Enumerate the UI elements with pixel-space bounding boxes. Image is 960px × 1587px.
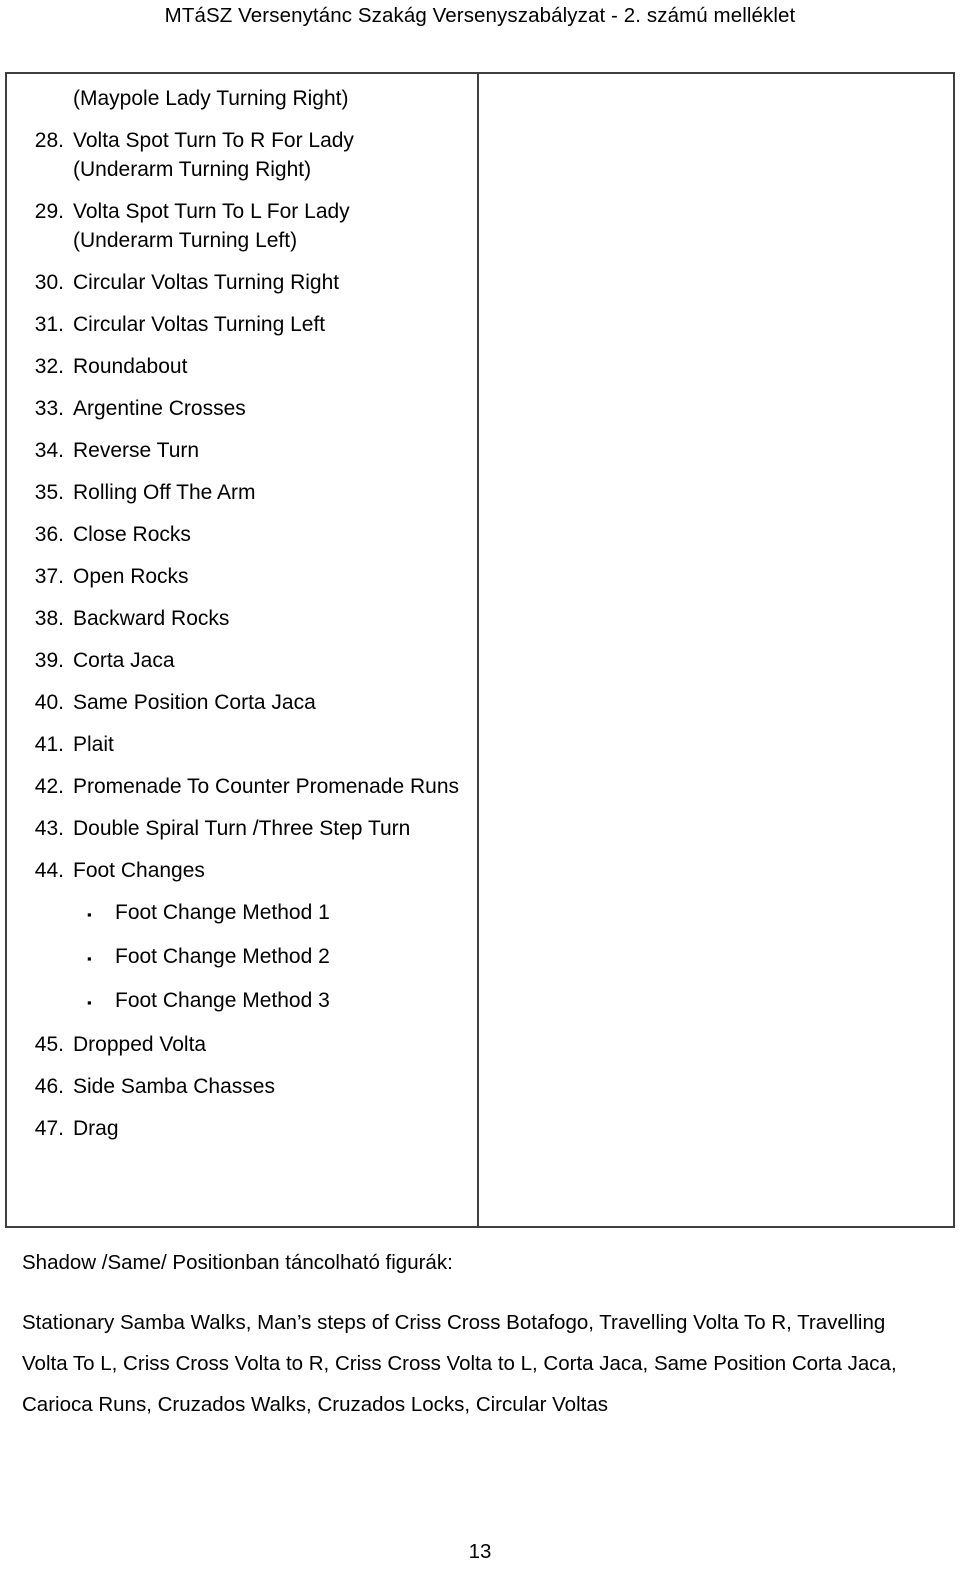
list-item-number: 40. bbox=[34, 691, 64, 714]
list-item-number: 39. bbox=[34, 649, 64, 672]
list-item-number: 29. bbox=[34, 200, 64, 223]
list-item-label: Close Rocks bbox=[73, 523, 191, 546]
list-item-number: 47. bbox=[34, 1117, 64, 1140]
list-item-number: 30. bbox=[34, 271, 64, 294]
list-item-number: 28. bbox=[34, 129, 64, 152]
square-bullet-icon: ▪ bbox=[87, 995, 92, 1010]
shadow-position-heading: Shadow /Same/ Positionban táncolható fig… bbox=[22, 1251, 453, 1274]
list-item: 35. Rolling Off The Arm bbox=[7, 478, 477, 507]
list-item: 46. Side Samba Chasses bbox=[7, 1072, 477, 1101]
list-item-label: Promenade To Counter Promenade Runs bbox=[73, 775, 460, 798]
list-item-number: 37. bbox=[34, 565, 64, 588]
list-item: 44. Foot Changes bbox=[7, 856, 477, 885]
list-item: 34. Reverse Turn bbox=[7, 436, 477, 465]
list-item-label: Argentine Crosses bbox=[73, 397, 246, 420]
list-item-label: Roundabout bbox=[73, 355, 188, 378]
list-item-label: Volta Spot Turn To L For Lady (Underarm T… bbox=[73, 200, 350, 252]
square-bullet-icon: ▪ bbox=[87, 907, 92, 922]
sub-list-item: ▪ Foot Change Method 2 bbox=[7, 942, 477, 973]
list-item-label: Circular Voltas Turning Left bbox=[73, 313, 326, 336]
list-item: 42. Promenade To Counter Promenade Runs bbox=[7, 772, 477, 801]
square-bullet-icon: ▪ bbox=[87, 951, 92, 966]
list-item-number: 42. bbox=[34, 775, 64, 798]
sub-list-item-label: Foot Change Method 3 bbox=[115, 989, 330, 1012]
sub-list-item: ▪ Foot Change Method 1 bbox=[7, 898, 477, 929]
list-item: 29. Volta Spot Turn To L For Lady (Undera… bbox=[7, 197, 477, 255]
shadow-position-figure-list: Stationary Samba Walks, Man’s steps of C… bbox=[22, 1311, 897, 1416]
list-item-number: 34. bbox=[34, 439, 64, 462]
list-item-label: Volta Spot Turn To R For Lady (Underarm T… bbox=[73, 129, 354, 181]
list-item-label: Corta Jaca bbox=[73, 649, 175, 672]
list-item-number: 31. bbox=[34, 313, 64, 336]
figure-table-left-column: (Maypole Lady Turning Right) 28. Volta S… bbox=[7, 74, 479, 1226]
list-item: 28. Volta Spot Turn To R For Lady (Undera… bbox=[7, 126, 477, 184]
list-item: 37. Open Rocks bbox=[7, 562, 477, 591]
sub-list-item-label: Foot Change Method 2 bbox=[115, 945, 330, 968]
page-header-title: MTáSZ Versenytánc Szakág Versenyszabályz… bbox=[164, 4, 796, 27]
list-item-label: Double Spiral Turn /Three Step Turn bbox=[73, 817, 411, 840]
list-item-number: 36. bbox=[34, 523, 64, 546]
sub-list-item: ▪ Foot Change Method 3 bbox=[7, 986, 477, 1017]
list-item-label: Drag bbox=[73, 1117, 119, 1140]
figure-table: (Maypole Lady Turning Right) 28. Volta S… bbox=[5, 72, 955, 1228]
list-item-number: 35. bbox=[34, 481, 64, 504]
list-item: 43. Double Spiral Turn /Three Step Turn bbox=[7, 814, 477, 843]
list-item-label: (Maypole Lady Turning Right) bbox=[73, 87, 349, 110]
list-item: 39. Corta Jaca bbox=[7, 646, 477, 675]
list-item: 31. Circular Voltas Turning Left bbox=[7, 310, 477, 339]
list-item-number: 46. bbox=[34, 1075, 64, 1098]
list-item-label: Circular Voltas Turning Right bbox=[73, 271, 340, 294]
list-item-label: Plait bbox=[73, 733, 114, 756]
page-number: 13 bbox=[468, 1540, 492, 1563]
figure-numbered-list-continued: 45. Dropped Volta 46. Side Samba Chasses… bbox=[7, 1030, 477, 1143]
list-item: 47. Drag bbox=[7, 1114, 477, 1143]
list-item: 36. Close Rocks bbox=[7, 520, 477, 549]
list-item-number: 44. bbox=[34, 859, 64, 882]
list-item-number: 43. bbox=[34, 817, 64, 840]
list-item-number: 32. bbox=[34, 355, 64, 378]
list-item: 41. Plait bbox=[7, 730, 477, 759]
sub-list-item-label: Foot Change Method 1 bbox=[115, 901, 330, 924]
list-item: 30. Circular Voltas Turning Right bbox=[7, 268, 477, 297]
list-item: 45. Dropped Volta bbox=[7, 1030, 477, 1059]
list-item-label: Reverse Turn bbox=[73, 439, 200, 462]
foot-change-sub-list: ▪ Foot Change Method 1 ▪ Foot Change Met… bbox=[7, 898, 477, 1017]
list-item-label: Foot Changes bbox=[73, 859, 205, 882]
figure-table-right-column bbox=[479, 74, 953, 1226]
list-item: 38. Backward Rocks bbox=[7, 604, 477, 633]
list-item-number: 33. bbox=[34, 397, 64, 420]
list-item-leading: (Maypole Lady Turning Right) bbox=[7, 84, 477, 113]
list-item-label: Rolling Off The Arm bbox=[73, 481, 256, 504]
list-item-label: Side Samba Chasses bbox=[73, 1075, 275, 1098]
list-item-number: 38. bbox=[34, 607, 64, 630]
list-item: 33. Argentine Crosses bbox=[7, 394, 477, 423]
list-item-label: Dropped Volta bbox=[73, 1033, 207, 1056]
list-item-number: 41. bbox=[34, 733, 64, 756]
closing-section: Shadow /Same/ Positionban táncolható fig… bbox=[22, 1248, 928, 1425]
figure-numbered-list: 28. Volta Spot Turn To R For Lady (Undera… bbox=[7, 126, 477, 885]
list-item-label: Open Rocks bbox=[73, 565, 189, 588]
list-item-label: Backward Rocks bbox=[73, 607, 230, 630]
list-item-label: Same Position Corta Jaca bbox=[73, 691, 316, 714]
list-item-number: 45. bbox=[34, 1033, 64, 1056]
list-item: 40. Same Position Corta Jaca bbox=[7, 688, 477, 717]
list-item: 32. Roundabout bbox=[7, 352, 477, 381]
